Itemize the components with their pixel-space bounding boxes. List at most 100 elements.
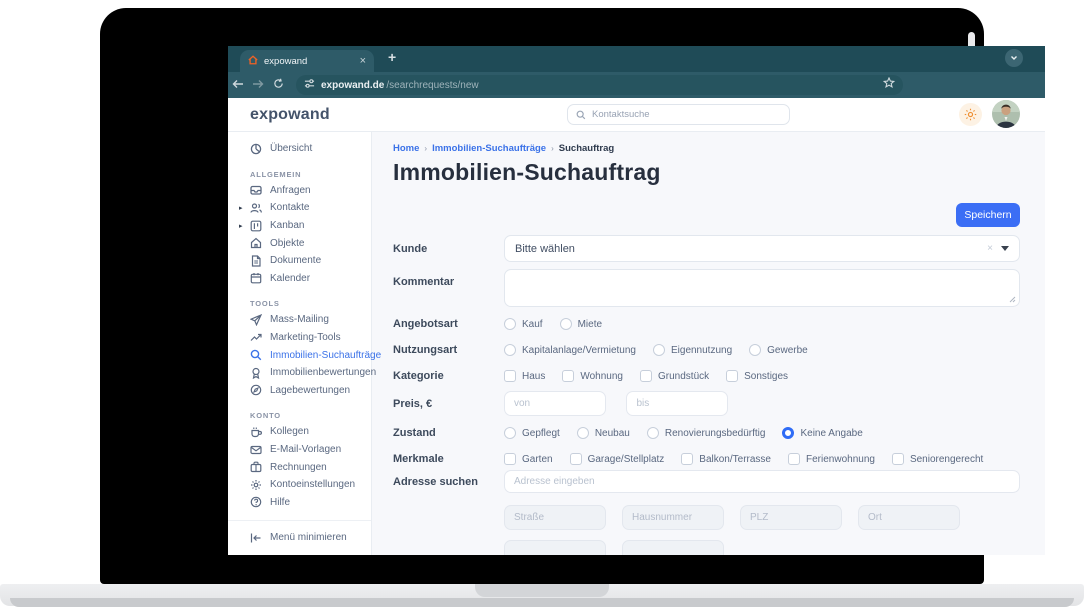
adresse-input[interactable] [504,470,1020,493]
checkbox-icon[interactable] [562,370,575,382]
browser-toolbar: expowand.de /searchrequests/new [228,72,1045,119]
sidebar-item-uebersicht[interactable]: Übersicht [228,140,371,158]
site-settings-icon[interactable] [304,76,315,94]
radio-selected-icon[interactable] [782,427,795,439]
radio-gewerbe[interactable]: Gewerbe [749,344,808,356]
mail-icon [250,445,262,454]
breadcrumb-parent-link[interactable]: Immobilien-Suchaufträge [432,143,546,154]
browser-tab[interactable]: expowand × [240,50,374,72]
checkbox-grundstueck[interactable]: Grundstück [640,370,709,382]
field-label: Adresse suchen [393,475,478,488]
sidebar-item-kalender[interactable]: Kalender [228,270,371,288]
sidebar-item-kollegen[interactable]: Kollegen [228,423,371,441]
checkbox-sonstiges[interactable]: Sonstiges [726,370,788,382]
inbox-icon [250,186,262,196]
user-avatar[interactable] [992,100,1020,128]
checkbox-icon[interactable] [569,453,582,465]
radio-icon[interactable] [504,344,516,356]
new-tab-button[interactable]: + [388,49,396,65]
users-icon [250,203,262,213]
sidebar-item-lagebewertungen[interactable]: Lagebewertungen [228,382,371,400]
sidebar-item-immobilien-suchauftraege[interactable]: Immobilien-Suchaufträge [228,346,381,364]
contact-search-input[interactable]: Kontaktsuche [567,104,790,125]
hausnummer-input[interactable] [622,505,724,530]
save-button[interactable]: Speichern [956,203,1020,227]
checkbox-icon[interactable] [504,453,516,465]
chevron-down-icon[interactable] [1001,246,1009,251]
field-label: Zustand [393,427,436,439]
sidebar-item-dokumente[interactable]: Dokumente [228,252,371,270]
plz-input[interactable] [740,505,842,530]
sidebar-item-hilfe[interactable]: Hilfe [228,494,371,512]
radio-icon[interactable] [504,318,516,330]
address-extra-field[interactable] [504,540,606,555]
app-logo[interactable]: expowand [250,106,330,124]
sidebar-item-immobilienbewertungen[interactable]: Immobilienbewertungen [228,364,376,382]
checkbox-ferienwohnung[interactable]: Ferienwohnung [788,453,875,465]
checkbox-balkon-terrasse[interactable]: Balkon/Terrasse [681,453,771,465]
tab-search-button[interactable] [1005,49,1023,67]
radio-icon[interactable] [652,344,665,356]
radio-icon[interactable] [504,427,516,439]
checkbox-icon[interactable] [640,370,652,382]
sidebar-item-kontoeinstellungen[interactable]: Kontoeinstellungen [228,476,371,494]
radio-eigennutzung[interactable]: Eigennutzung [652,344,732,356]
strasse-input[interactable] [504,505,606,530]
radio-kauf[interactable]: Kauf [504,318,543,330]
checkbox-icon[interactable] [788,453,800,465]
expowand-app: expowand Kontaktsuche Übersicht ALLGEMEI… [228,98,1045,555]
radio-icon[interactable] [559,318,572,330]
radio-renovierungsbeduerftig[interactable]: Renovierungsbedürftig [646,427,765,439]
resize-grip-icon[interactable] [1009,296,1016,303]
forward-icon[interactable] [248,76,268,94]
sidebar-item-marketing-tools[interactable]: Marketing-Tools [228,329,371,347]
sidebar-item-anfragen[interactable]: Anfragen [228,182,371,200]
clear-icon[interactable]: × [987,243,993,254]
expand-caret-icon[interactable]: ▸ [239,204,243,212]
expand-caret-icon[interactable]: ▸ [239,222,243,230]
radio-kapitalanlage[interactable]: Kapitalanlage/Vermietung [504,344,636,356]
radio-neubau[interactable]: Neubau [576,427,630,439]
sidebar-section-allgemein: ALLGEMEIN [250,169,302,179]
radio-keine-angabe[interactable]: Keine Angabe [782,427,863,439]
radio-miete[interactable]: Miete [559,318,602,330]
form-row-kategorie: Kategorie Haus Wohnung Grundstück Sonsti… [393,370,1020,382]
contact-search-placeholder: Kontaktsuche [592,109,650,120]
radio-icon[interactable] [646,427,659,439]
back-icon[interactable] [228,76,248,94]
checkbox-icon[interactable] [681,453,694,465]
theme-toggle-button[interactable] [959,103,982,126]
app-body: Übersicht ALLGEMEIN Anfragen ▸ Kontakte [228,132,1045,555]
breadcrumb-home-link[interactable]: Home [393,143,419,154]
checkbox-garten[interactable]: Garten [504,453,553,465]
sidebar-item-rechnungen[interactable]: Rechnungen [228,458,371,476]
tab-close-icon[interactable]: × [360,55,366,67]
checkbox-seniorengerecht[interactable]: Seniorengerecht [891,453,983,465]
sidebar-item-kanban[interactable]: ▸ Kanban [228,217,371,235]
checkbox-garage-stellplatz[interactable]: Garage/Stellplatz [569,453,664,465]
checkbox-icon[interactable] [891,453,904,465]
ort-input[interactable] [858,505,960,530]
checkbox-wohnung[interactable]: Wohnung [562,370,623,382]
checkbox-haus[interactable]: Haus [504,370,545,382]
checkbox-icon[interactable] [504,370,516,382]
collapse-menu-icon [250,533,261,543]
checkbox-icon[interactable] [726,370,739,382]
radio-icon[interactable] [576,427,589,439]
bookmark-star-icon[interactable] [882,76,896,94]
sidebar-item-email-vorlagen[interactable]: E-Mail-Vorlagen [228,441,371,459]
url-bar[interactable]: expowand.de /searchrequests/new [296,75,903,95]
radio-gepflegt[interactable]: Gepflegt [504,427,560,439]
breadcrumb: Home › Immobilien-Suchaufträge › Suchauf… [393,142,1020,154]
radio-icon[interactable] [749,344,762,356]
kunde-select[interactable]: Bitte wählen × [504,235,1020,262]
reload-icon[interactable] [268,76,288,94]
preis-von-input[interactable] [504,391,606,416]
sidebar-item-mass-mailing[interactable]: Mass-Mailing [228,311,371,329]
sidebar-item-kontakte[interactable]: ▸ Kontakte [228,199,371,217]
kommentar-textarea[interactable] [504,269,1020,307]
address-extra-field[interactable] [622,540,724,555]
sidebar-item-objekte[interactable]: Objekte [228,234,371,252]
sidebar-collapse-button[interactable]: Menü minimieren [228,529,371,547]
preis-bis-input[interactable] [626,391,729,416]
